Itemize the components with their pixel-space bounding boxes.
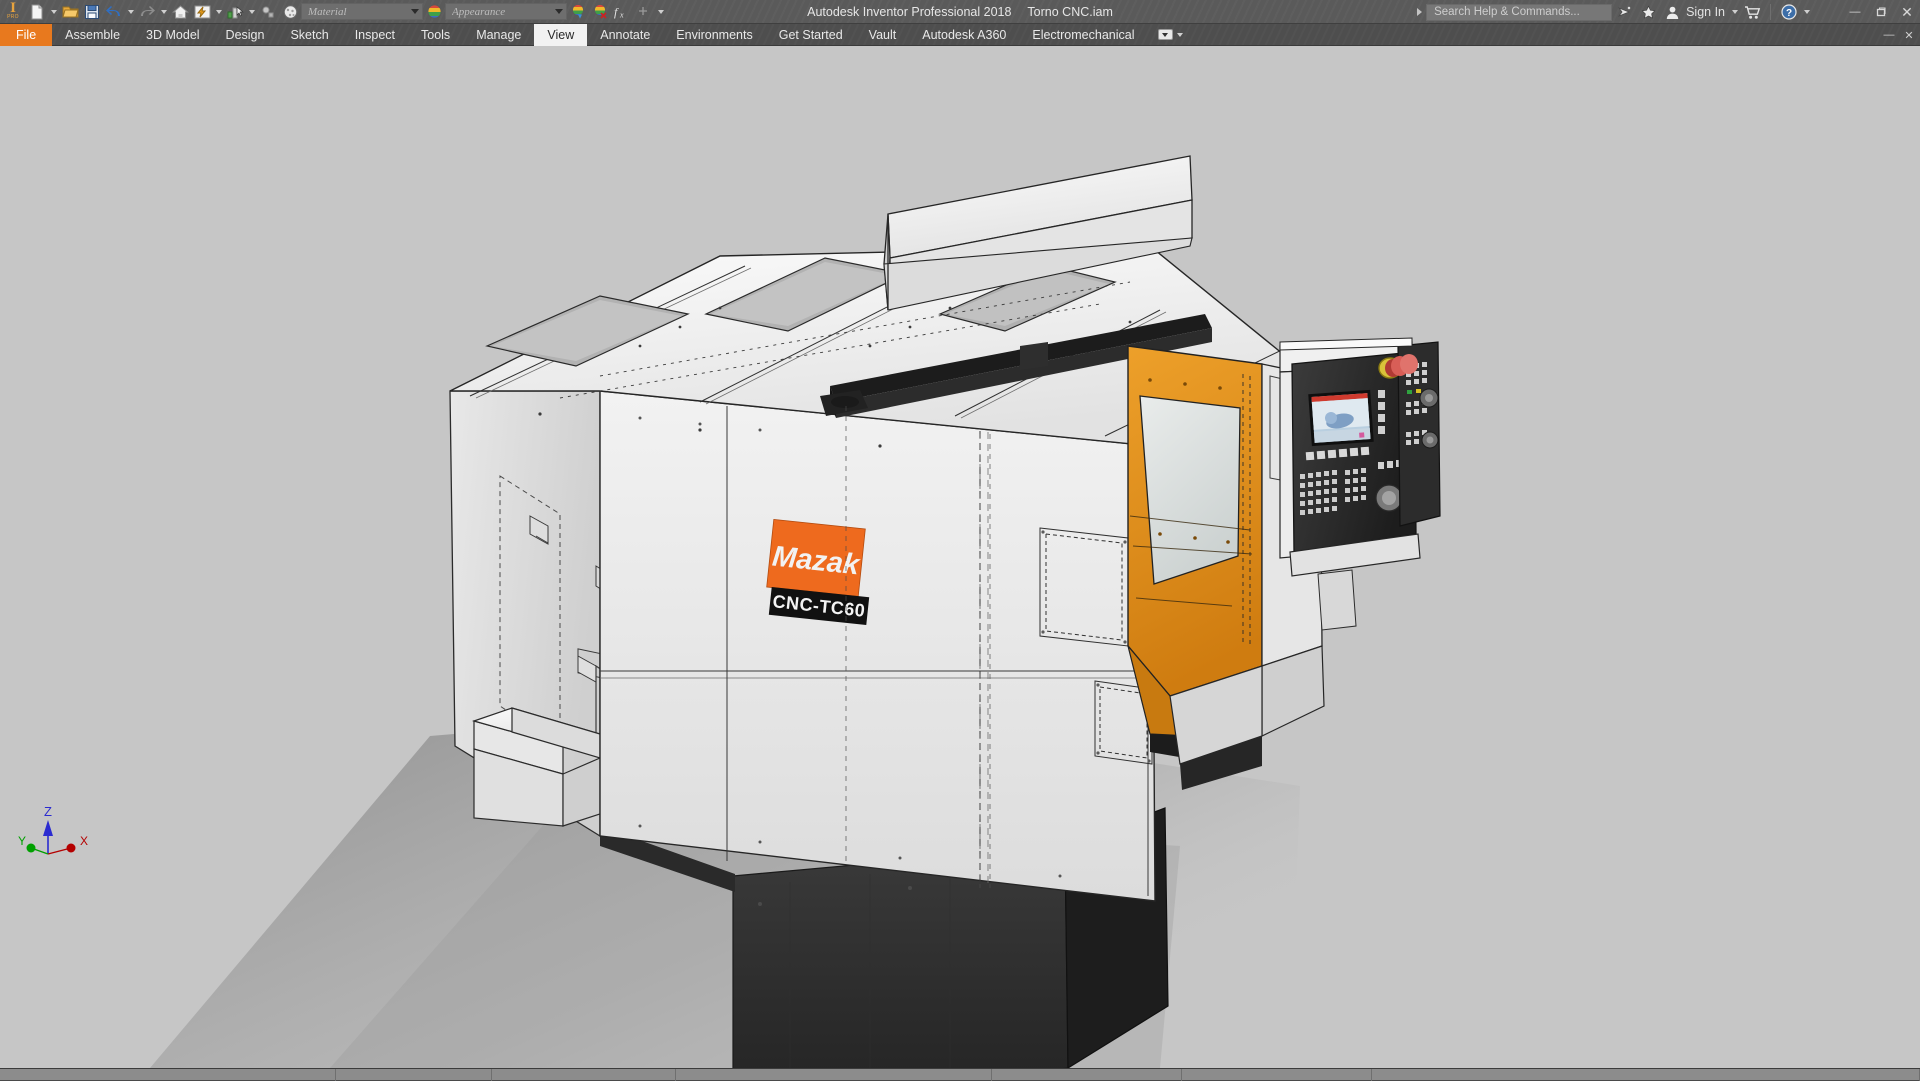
svg-text:f: f — [614, 5, 619, 19]
tab-sketch[interactable]: Sketch — [277, 24, 341, 46]
tab-manage[interactable]: Manage — [463, 24, 534, 46]
select-priority-icon[interactable] — [224, 1, 246, 23]
tab-design[interactable]: Design — [213, 24, 278, 46]
material-dropdown[interactable]: Material — [301, 3, 423, 20]
tab-environments[interactable]: Environments — [663, 24, 765, 46]
adjust-icon[interactable] — [567, 1, 589, 23]
tab-electromechanical[interactable]: Electromechanical — [1019, 24, 1147, 46]
mazak-brand-plate: Mazak CNC-TC60 — [767, 519, 869, 625]
axis-label-x: X — [80, 834, 88, 848]
document-window-controls: — ✕ — [1882, 24, 1916, 46]
app-icon-letter: I — [10, 3, 16, 14]
cart-icon[interactable] — [1740, 0, 1764, 24]
update-icon[interactable] — [191, 1, 213, 23]
redo-dropdown-arrow[interactable] — [158, 1, 169, 23]
title-bar: I PRO — [0, 0, 1920, 24]
appearance-dropdown-value: Appearance — [452, 6, 555, 18]
qat-customize-dropdown-arrow[interactable] — [655, 1, 666, 23]
view-cube-axis-indicator[interactable]: Z X Y — [18, 804, 88, 854]
infocenter-icon[interactable] — [1612, 0, 1636, 24]
status-bar — [0, 1068, 1920, 1080]
quick-access-toolbar: Material Appearance — [26, 0, 666, 24]
tab-inspect[interactable]: Inspect — [342, 24, 408, 46]
infocenter-expand-arrow[interactable] — [1412, 0, 1426, 24]
appearance-dropdown-arrow — [555, 9, 563, 14]
undo-icon[interactable] — [103, 1, 125, 23]
titlebar-divider — [1770, 4, 1771, 20]
material-sphere-icon[interactable] — [279, 1, 301, 23]
app-icon-sub: PRO — [7, 14, 19, 20]
new-file-dropdown-arrow[interactable] — [48, 1, 59, 23]
ribbon-overflow-chip-icon — [1158, 29, 1173, 40]
return-icon[interactable] — [257, 1, 279, 23]
cnc-lathe-model: Mazak CNC-TC60 — [0, 46, 1920, 1068]
product-title: Autodesk Inventor Professional 2018 — [807, 5, 1011, 19]
titlebar-right-zone: Search Help & Commands... Sign In ? — ✕ — [1412, 0, 1920, 24]
status-cell-5 — [992, 1069, 1182, 1081]
save-icon[interactable] — [81, 1, 103, 23]
appearance-sphere-icon[interactable] — [423, 1, 445, 23]
status-cell-1 — [0, 1069, 336, 1081]
appearance-dropdown[interactable]: Appearance — [445, 3, 567, 20]
material-dropdown-arrow — [411, 9, 419, 14]
status-cell-2 — [336, 1069, 492, 1081]
ribbon-tab-bar: File Assemble 3D Model Design Sketch Ins… — [0, 24, 1920, 46]
tab-get-started[interactable]: Get Started — [766, 24, 856, 46]
svg-text:?: ? — [1786, 8, 1792, 19]
status-cell-4 — [676, 1069, 992, 1081]
axis-label-z: Z — [44, 804, 52, 819]
parameters-fx-icon[interactable]: fx — [611, 1, 633, 23]
tab-tools[interactable]: Tools — [408, 24, 463, 46]
sign-in-button[interactable]: Sign In — [1684, 5, 1729, 19]
status-cell-3 — [492, 1069, 676, 1081]
select-priority-dropdown-arrow[interactable] — [246, 1, 257, 23]
account-person-icon[interactable] — [1660, 0, 1684, 24]
minimize-button[interactable]: — — [1842, 0, 1868, 24]
open-file-icon[interactable] — [59, 1, 81, 23]
tab-assemble[interactable]: Assemble — [52, 24, 133, 46]
material-dropdown-value: Material — [308, 6, 411, 18]
home-icon[interactable] — [169, 1, 191, 23]
update-dropdown-arrow[interactable] — [213, 1, 224, 23]
help-question-icon[interactable]: ? — [1777, 0, 1801, 24]
close-button[interactable]: ✕ — [1894, 0, 1920, 24]
tab-file[interactable]: File — [0, 24, 52, 46]
clear-appearance-icon[interactable] — [589, 1, 611, 23]
qat-add-icon[interactable] — [633, 1, 655, 23]
status-cell-7 — [1372, 1069, 1920, 1081]
tab-annotate[interactable]: Annotate — [587, 24, 663, 46]
cnc-control-panel — [1292, 352, 1416, 552]
sign-in-dropdown-arrow[interactable] — [1729, 1, 1740, 23]
ribbon-overflow-dropdown[interactable] — [1148, 24, 1193, 45]
document-title: Torno CNC.iam — [1027, 5, 1112, 19]
status-cell-6 — [1182, 1069, 1372, 1081]
inventor-app-icon[interactable]: I PRO — [0, 0, 26, 24]
model-viewport[interactable]: Mazak CNC-TC60 — [0, 46, 1920, 1068]
new-file-icon[interactable] — [26, 1, 48, 23]
doc-minimize-button[interactable]: — — [1882, 29, 1896, 41]
chevron-down-icon — [1177, 33, 1183, 37]
axis-label-y: Y — [18, 834, 26, 848]
undo-dropdown-arrow[interactable] — [125, 1, 136, 23]
tab-vault[interactable]: Vault — [856, 24, 910, 46]
favorites-star-icon[interactable] — [1636, 0, 1660, 24]
tab-autodesk-a360[interactable]: Autodesk A360 — [909, 24, 1019, 46]
tab-view[interactable]: View — [534, 24, 587, 46]
search-placeholder: Search Help & Commands... — [1434, 6, 1580, 18]
search-input[interactable]: Search Help & Commands... — [1426, 4, 1612, 21]
tab-3d-model[interactable]: 3D Model — [133, 24, 213, 46]
redo-icon[interactable] — [136, 1, 158, 23]
doc-close-button[interactable]: ✕ — [1902, 29, 1916, 42]
svg-text:x: x — [619, 10, 624, 19]
restore-button[interactable] — [1868, 0, 1894, 24]
help-dropdown-arrow[interactable] — [1801, 1, 1812, 23]
